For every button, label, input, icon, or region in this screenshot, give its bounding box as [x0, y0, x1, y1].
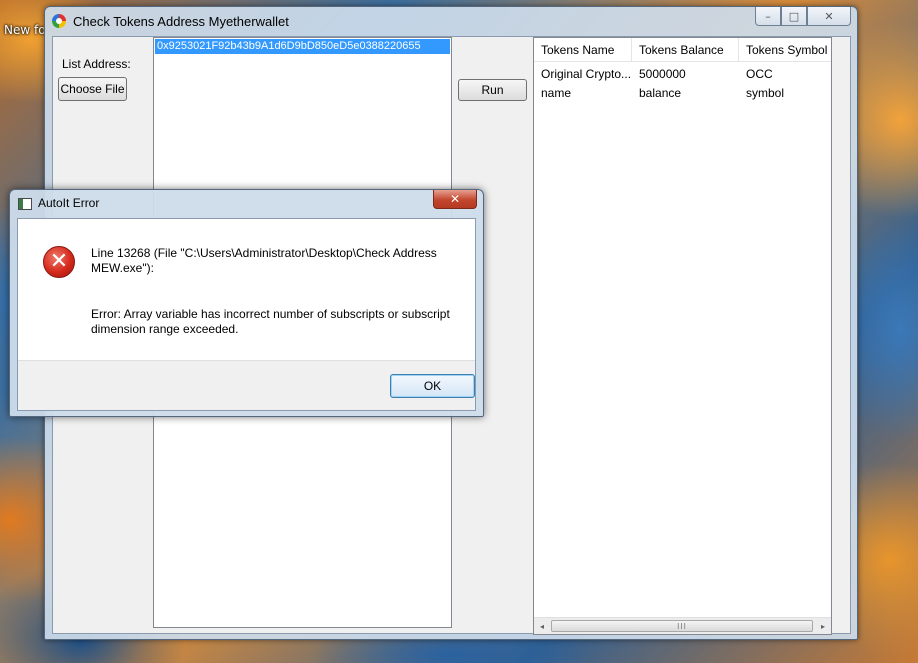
- cell-tokens-symbol: symbol: [746, 86, 785, 100]
- cell-tokens-name: Original Crypto...: [541, 67, 632, 81]
- cell-tokens-balance: 5000000: [639, 67, 686, 81]
- dialog-title: AutoIt Error: [38, 196, 100, 210]
- cell-tokens-name: name: [541, 86, 572, 100]
- error-icon: ✕: [43, 246, 75, 278]
- scrollbar-thumb[interactable]: III: [551, 620, 813, 632]
- error-line-info: Line 13268 (File "C:\Users\Administrator…: [91, 246, 437, 275]
- choose-file-button[interactable]: Choose File: [58, 77, 127, 101]
- column-header-tokens-balance[interactable]: Tokens Balance: [632, 38, 739, 62]
- ok-button[interactable]: OK: [390, 374, 475, 398]
- error-message: Error: Array variable has incorrect numb…: [91, 307, 450, 336]
- list-address-label: List Address:: [62, 57, 131, 71]
- cell-tokens-balance: balance: [639, 86, 682, 100]
- scroll-left-icon[interactable]: ◂: [534, 618, 550, 634]
- scroll-right-icon[interactable]: ▸: [815, 618, 831, 634]
- window-title: Check Tokens Address Myetherwallet: [73, 14, 289, 29]
- table-header: Tokens Name Tokens Balance Tokens Symbol: [534, 38, 831, 62]
- app-icon: [52, 14, 66, 28]
- address-list-item[interactable]: 0x9253021F92b43b9A1d6D9bD850eD5e03882206…: [155, 39, 450, 54]
- dialog-window-icon: [18, 198, 32, 210]
- dialog-body: ✕ Line 13268 (File "C:\Users\Administrat…: [17, 218, 476, 411]
- maximize-button[interactable]: □: [781, 7, 807, 26]
- close-button[interactable]: ✕: [807, 7, 851, 26]
- desktop-icon-label[interactable]: New fo: [4, 23, 46, 37]
- error-dialog: AutoIt Error ✕ ✕ Line 13268 (File "C:\Us…: [9, 189, 484, 417]
- horizontal-scrollbar[interactable]: ◂ III ▸: [534, 617, 831, 634]
- minimize-button[interactable]: –: [755, 7, 781, 26]
- column-header-tokens-name[interactable]: Tokens Name: [534, 38, 632, 62]
- run-button[interactable]: Run: [458, 79, 527, 101]
- dialog-close-button[interactable]: ✕: [433, 190, 477, 209]
- caption-buttons: – □ ✕: [755, 7, 851, 27]
- column-header-tokens-symbol[interactable]: Tokens Symbol: [739, 38, 831, 62]
- window-titlebar[interactable]: Check Tokens Address Myetherwallet – □ ✕: [45, 7, 857, 35]
- dialog-footer: OK: [18, 360, 475, 410]
- cell-tokens-symbol: OCC: [746, 67, 773, 81]
- results-table[interactable]: Tokens Name Tokens Balance Tokens Symbol…: [533, 37, 832, 635]
